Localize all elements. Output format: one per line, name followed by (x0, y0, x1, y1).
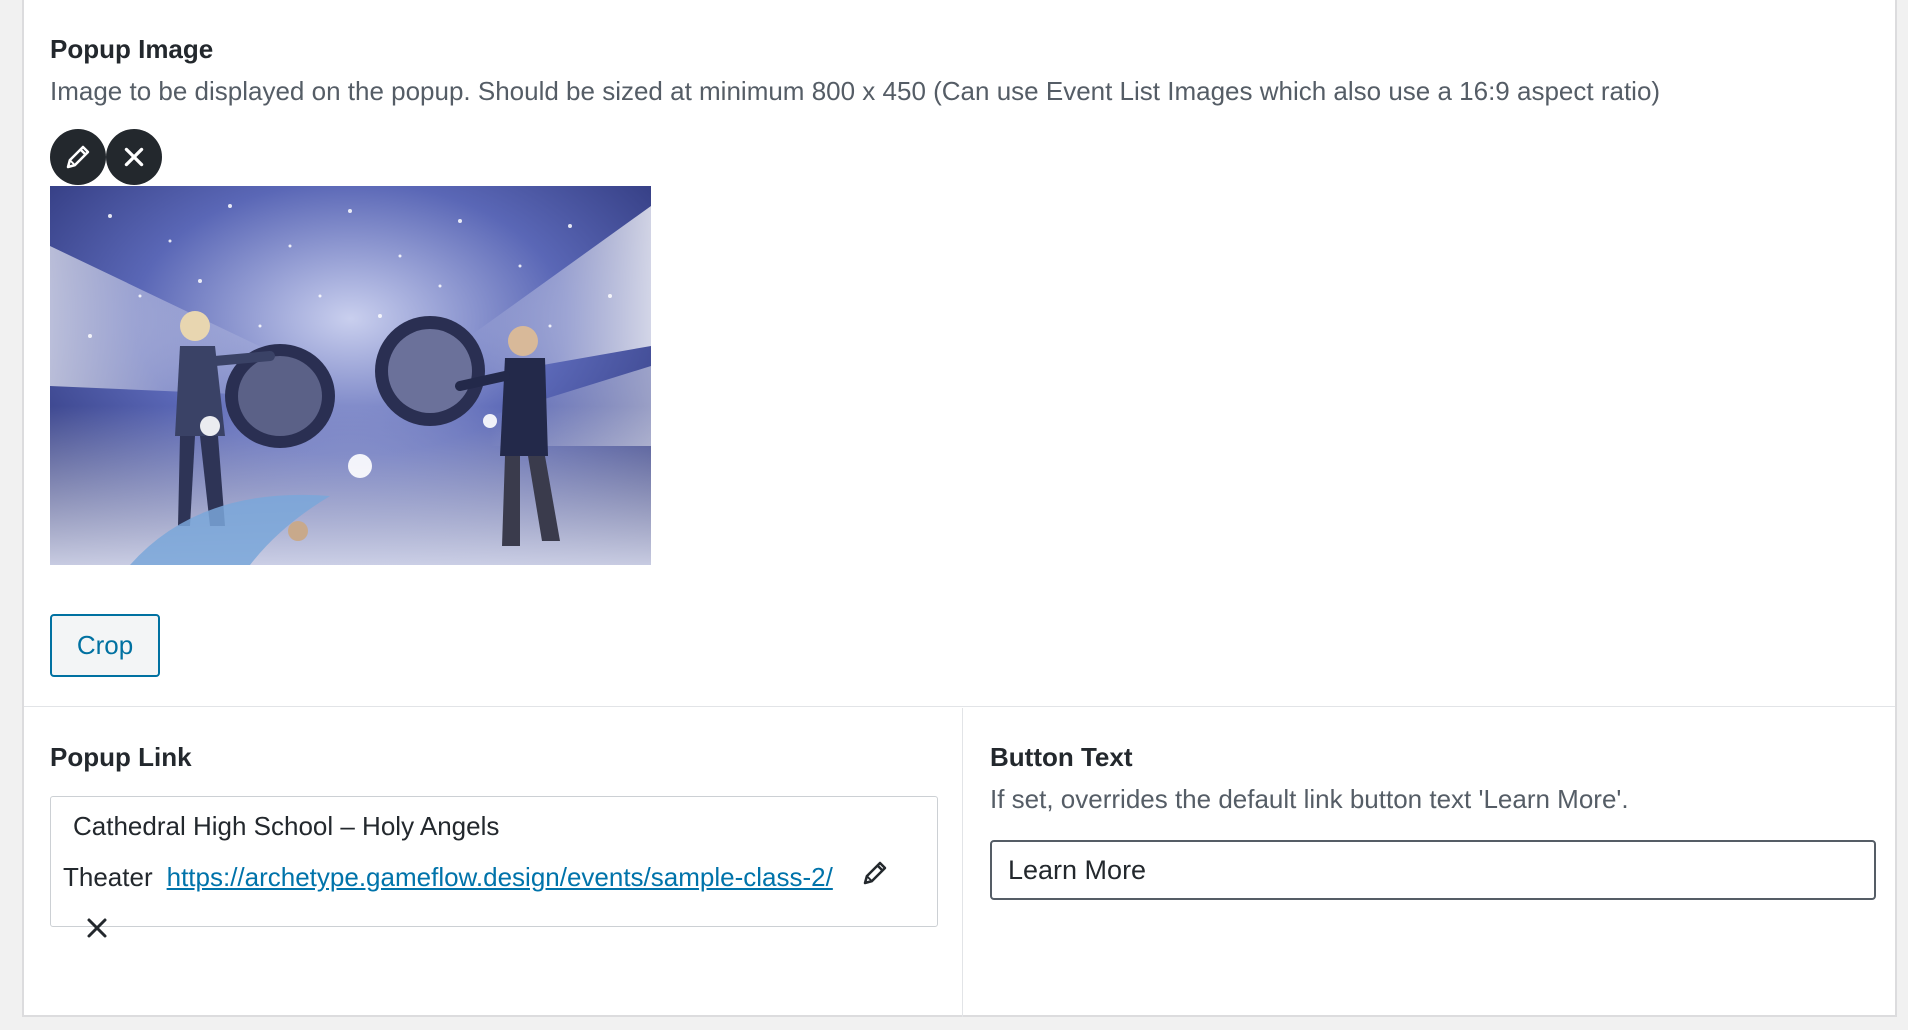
edit-image-button[interactable] (50, 129, 106, 185)
button-text-field: Button Text If set, overrides the defaul… (964, 708, 1895, 1017)
crop-button[interactable]: Crop (50, 614, 160, 677)
pencil-icon (860, 861, 890, 894)
popup-link-label: Popup Link (50, 742, 192, 772)
popup-image-field: Popup Image Image to be displayed on the… (24, 0, 1895, 707)
button-text-input[interactable] (990, 840, 1876, 900)
close-icon (85, 916, 109, 946)
button-text-description: If set, overrides the default link butto… (990, 784, 1629, 814)
image-actions (50, 129, 162, 185)
remove-image-button[interactable] (106, 129, 162, 185)
edit-link-button[interactable] (860, 854, 890, 905)
close-icon (121, 144, 147, 170)
popup-image-description: Image to be displayed on the popup. Shou… (50, 76, 1661, 106)
settings-panel: Popup Image Image to be displayed on the… (22, 0, 1897, 1017)
popup-image-preview (50, 186, 651, 565)
remove-link-button[interactable] (85, 906, 109, 957)
pencil-icon (63, 142, 93, 172)
popup-link-box: Cathedral High School – Holy Angels Thea… (50, 796, 938, 938)
popup-image-label: Popup Image (50, 34, 214, 64)
popup-link-field: Popup Link Cathedral High School – Holy … (24, 708, 963, 1017)
button-text-label: Button Text (990, 742, 1133, 772)
popup-link-url[interactable]: https://archetype.gameflow.design/events… (167, 862, 833, 892)
